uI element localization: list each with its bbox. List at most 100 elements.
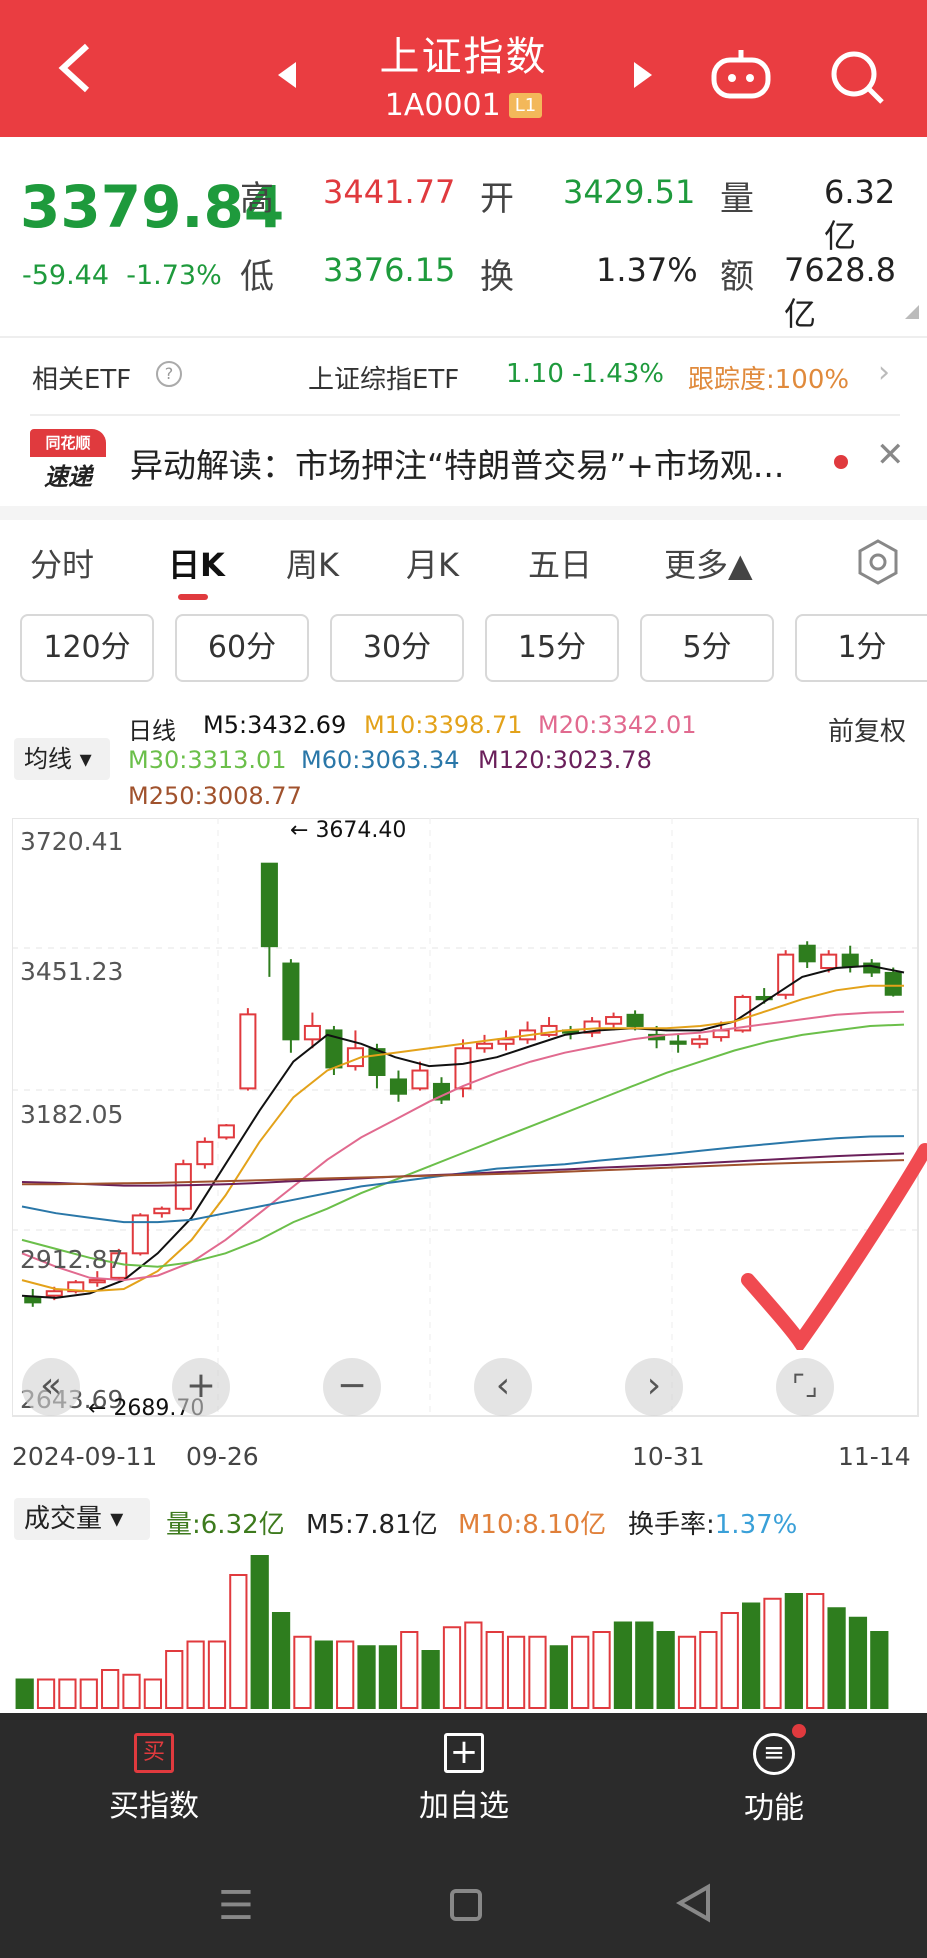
y-tick-label: 3182.05 <box>20 1100 124 1129</box>
header-bar: 上证指数 1A0001 L1 <box>0 0 927 137</box>
ma-mode-dropdown[interactable]: 均线 ▾ <box>14 738 110 780</box>
add-watchlist-button[interactable]: + 加自选 <box>364 1733 564 1825</box>
fullscreen-icon[interactable]: ⌜⌟ <box>776 1358 834 1416</box>
volume-value: 6.32亿 <box>824 173 896 255</box>
zoom-in-icon[interactable]: + <box>172 1358 230 1416</box>
volume-bar <box>357 1645 376 1709</box>
candle-body <box>605 1016 623 1025</box>
volume-bar <box>506 1635 526 1709</box>
volume-bar <box>806 1593 825 1709</box>
candle-body <box>389 1078 407 1095</box>
volume-value: 量:6.32亿 <box>166 1510 285 1540</box>
active-tab-indicator <box>178 594 208 600</box>
period-15min[interactable]: 15分 <box>485 614 619 682</box>
x-label: 11-14 <box>838 1442 911 1471</box>
period-30min[interactable]: 30分 <box>330 614 464 682</box>
ma-m5: M5:3432.69 <box>203 711 347 739</box>
low-value: 3376.15 <box>323 251 456 289</box>
system-menu-icon[interactable]: ☰ <box>218 1883 254 1929</box>
candle-body <box>497 1038 515 1045</box>
volume-bar <box>421 1650 440 1709</box>
scroll-right-icon[interactable]: › <box>625 1358 683 1416</box>
volume-bar <box>229 1574 248 1709</box>
menu-icon: ≡ <box>753 1724 806 1775</box>
period-5min[interactable]: 5分 <box>640 614 774 682</box>
function-menu-button[interactable]: ≡ 功能 <box>674 1724 874 1827</box>
candle-body <box>798 944 816 963</box>
scroll-left-icon[interactable]: ‹ <box>474 1358 532 1416</box>
etf-name: 上证综指ETF <box>308 365 460 395</box>
period-120min[interactable]: 120分 <box>20 614 154 682</box>
volume-bar <box>592 1631 611 1709</box>
candle-body <box>626 1013 644 1027</box>
volume-bar <box>400 1631 419 1709</box>
period-buttons: 120分 60分 30分 15分 5分 1分 <box>0 614 927 686</box>
amount-value: 7628.8亿 <box>784 251 896 333</box>
system-home-icon[interactable] <box>450 1889 482 1921</box>
x-label: 10-31 <box>632 1442 705 1471</box>
candle-body <box>411 1069 429 1090</box>
volume-bar <box>827 1607 846 1709</box>
candle-body <box>820 953 838 970</box>
chart-tabs: 分时 日K 周K 月K 五日 更多▲ <box>0 520 927 605</box>
robot-icon[interactable] <box>710 48 772 104</box>
volume-bar <box>464 1621 483 1709</box>
period-1min[interactable]: 1分 <box>795 614 927 682</box>
volume-bar <box>870 1631 889 1709</box>
candle-body <box>454 1047 472 1090</box>
volume-bars-svg <box>15 1555 889 1709</box>
turnover-value: 1.37% <box>596 251 698 289</box>
volume-bar <box>742 1602 761 1709</box>
unread-dot <box>834 455 848 469</box>
open-value: 3429.51 <box>563 173 696 211</box>
volume-bar <box>101 1669 120 1709</box>
tab-more[interactable]: 更多▲ <box>664 540 753 586</box>
related-etf-row[interactable]: 相关ETF ? 上证综指ETF 1.10 -1.43% 跟踪度:100% › <box>32 355 902 405</box>
next-arrow-icon[interactable] <box>632 60 654 98</box>
tab-five-day[interactable]: 五日 <box>528 540 592 586</box>
ma-m30: M30:3313.01 <box>128 746 287 774</box>
tab-fenshi[interactable]: 分时 <box>30 540 94 586</box>
x-label: 09-26 <box>186 1442 259 1471</box>
volume-bar <box>165 1650 184 1709</box>
volume-bar <box>528 1635 547 1709</box>
buy-index-button[interactable]: 买 买指数 <box>54 1733 254 1825</box>
system-back-icon[interactable] <box>675 1883 712 1927</box>
x-label: 2024-09-11 <box>12 1442 158 1471</box>
candle-body <box>88 1279 106 1284</box>
candle-body <box>174 1163 192 1210</box>
scroll-left-fast-icon[interactable]: « <box>22 1358 80 1416</box>
volume-bar <box>378 1645 398 1709</box>
tab-monthly-k[interactable]: 月K <box>406 540 459 586</box>
etf-price: 1.10 <box>506 359 564 389</box>
zoom-out-icon[interactable]: − <box>323 1358 381 1416</box>
search-icon[interactable] <box>828 48 888 112</box>
volume-bar <box>784 1593 803 1709</box>
volume-indicator-dropdown[interactable]: 成交量 ▾ <box>14 1498 150 1540</box>
close-icon[interactable]: ✕ <box>876 435 905 475</box>
volume-bar <box>635 1621 654 1709</box>
settings-hexagon-icon[interactable] <box>856 538 900 590</box>
candle-body <box>239 1013 257 1090</box>
period-60min[interactable]: 60分 <box>175 614 309 682</box>
adjust-mode[interactable]: 前复权 <box>828 711 906 748</box>
ma-m60: M60:3063.34 <box>301 746 460 774</box>
tab-weekly-k[interactable]: 周K <box>286 540 339 586</box>
candle-body <box>217 1124 235 1139</box>
candle-body <box>153 1207 171 1215</box>
volume-bar <box>207 1640 227 1709</box>
add-icon: + <box>444 1733 484 1773</box>
expand-corner-icon[interactable] <box>905 305 919 319</box>
news-banner[interactable]: 同花顺 速递 异动解读：市场押注“特朗普交易”+市场观... ✕ <box>30 425 905 495</box>
y-tick-label: 2912.87 <box>20 1245 124 1274</box>
volume-bar <box>549 1645 568 1709</box>
volume-bar <box>336 1640 355 1709</box>
tab-daily-k[interactable]: 日K <box>168 540 225 586</box>
volume-bar <box>314 1640 333 1709</box>
volume-bar <box>613 1621 633 1709</box>
chevron-right-icon: › <box>878 355 890 390</box>
volume-bar <box>485 1631 504 1709</box>
news-text: 异动解读：市场押注“特朗普交易”+市场观... <box>130 446 785 485</box>
buy-icon: 买 <box>134 1733 174 1773</box>
help-icon[interactable]: ? <box>156 361 182 387</box>
